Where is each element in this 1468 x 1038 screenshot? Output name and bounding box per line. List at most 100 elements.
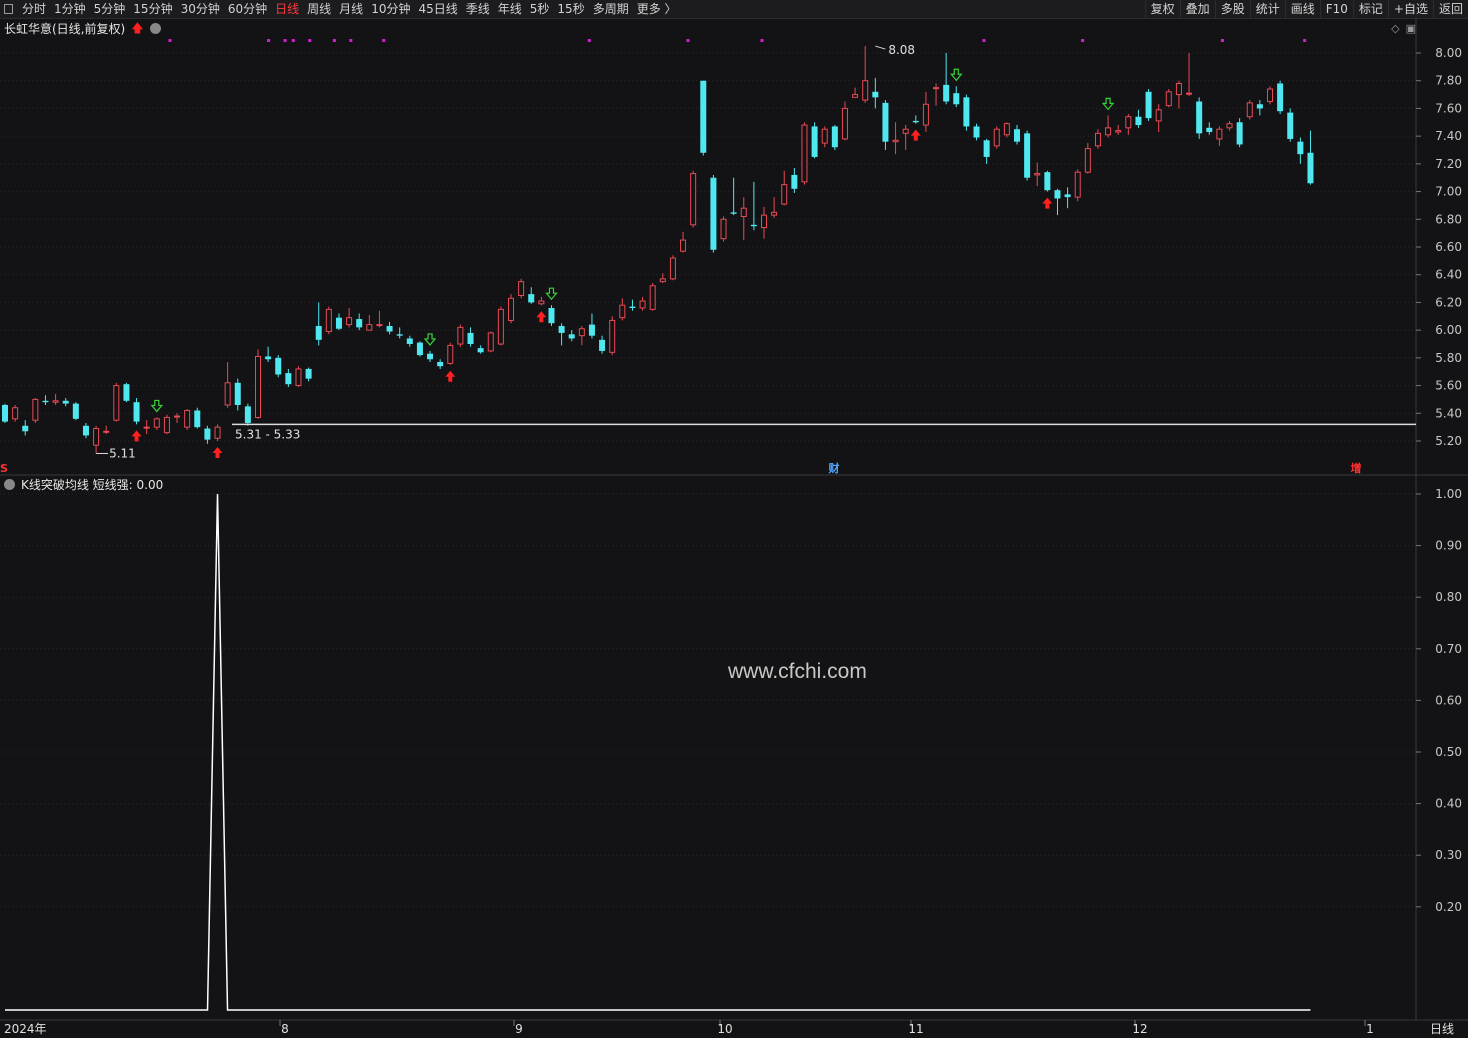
signal-dot: [291, 39, 295, 42]
candle-body: [1044, 172, 1051, 191]
candle-body: [457, 326, 464, 345]
candle-body: [1003, 123, 1010, 136]
candle-body: [204, 428, 211, 440]
price-tick-label: 6.00: [1435, 323, 1462, 337]
candle: [113, 382, 120, 422]
candle-body: [497, 308, 504, 345]
buy-arrow-icon: [131, 430, 142, 442]
diamond-icon[interactable]: ◇: [1391, 22, 1399, 35]
candle-body: [882, 102, 889, 142]
candle: [538, 296, 545, 306]
candle-body: [1014, 129, 1020, 142]
candle: [1206, 122, 1213, 135]
event-marker: 增: [1351, 461, 1362, 475]
panel-toggle-icon[interactable]: ▣: [1406, 22, 1416, 35]
candle-body: [72, 403, 79, 419]
candle-body: [1094, 132, 1101, 147]
candle-body: [366, 324, 373, 331]
candle: [831, 125, 838, 150]
sell-arrow-icon: [949, 68, 963, 82]
sell-arrow-icon: [150, 399, 164, 413]
candle-body: [1216, 128, 1223, 140]
candle-body: [922, 103, 929, 126]
candle-body: [174, 415, 181, 418]
candle-body: [376, 324, 383, 327]
candle-body: [437, 362, 444, 367]
chevron-down-icon[interactable]: [149, 22, 161, 34]
candle: [933, 83, 940, 106]
candle: [1277, 80, 1284, 114]
chart-canvas[interactable]: 8.00 7.80 7.60 7.40 7.20 7.00 6.80 6.60 6.40 6.20…: [0, 0, 1468, 1038]
candle-body: [872, 91, 879, 98]
price-tick-label: 8.00: [1435, 46, 1462, 60]
candle: [1186, 53, 1193, 96]
indicator-tick-label: 0.20: [1435, 900, 1462, 914]
candle: [811, 122, 818, 159]
price-tick-label: 6.20: [1435, 295, 1462, 309]
candle-body: [680, 239, 687, 252]
x-axis-label: 1: [1366, 1022, 1374, 1036]
candle: [720, 216, 727, 242]
candle-body: [943, 84, 950, 102]
candle-body: [852, 94, 859, 98]
candle: [1003, 122, 1010, 138]
candle: [376, 310, 383, 328]
candle-body: [2, 404, 8, 422]
candle-body: [659, 278, 666, 283]
candle-body: [720, 218, 727, 240]
price-tick-label: 5.40: [1435, 406, 1462, 420]
candle: [103, 425, 110, 435]
candle: [983, 138, 990, 164]
high-label: 8.08: [888, 43, 915, 57]
candle-body: [1246, 102, 1253, 118]
candle: [791, 168, 798, 193]
candle-body: [528, 294, 535, 303]
candle-body: [1226, 123, 1233, 129]
price-tick-label: 6.80: [1435, 212, 1462, 226]
candle: [781, 170, 788, 206]
candle: [730, 177, 737, 216]
candle-body: [1084, 148, 1091, 173]
candle: [518, 278, 525, 299]
candle-body: [194, 410, 201, 428]
candle-body: [346, 317, 353, 326]
candle: [82, 422, 89, 439]
indicator-tick-label: 0.70: [1435, 642, 1462, 656]
signal-dot: [587, 39, 591, 42]
candle-body: [538, 300, 545, 305]
candle: [224, 362, 231, 408]
candle-body: [740, 207, 747, 218]
candle: [973, 123, 980, 141]
price-tick-label: 6.40: [1435, 268, 1462, 282]
candle-body: [295, 368, 302, 387]
candle: [295, 366, 302, 387]
candle: [1216, 126, 1223, 146]
candle: [174, 413, 181, 423]
candle: [356, 313, 363, 331]
candle: [255, 349, 261, 419]
candle: [194, 407, 201, 429]
candle: [1307, 130, 1314, 185]
candle: [578, 325, 585, 346]
buy-arrow-icon: [910, 129, 921, 141]
sell-arrow-icon: [423, 333, 437, 346]
candle: [143, 420, 150, 435]
chevron-down-icon[interactable]: [4, 478, 15, 490]
candle-body: [1135, 116, 1142, 126]
buy-arrow-icon: [445, 370, 456, 382]
candle: [457, 324, 464, 347]
candle: [487, 331, 494, 353]
candle-body: [730, 212, 737, 214]
candle: [1165, 89, 1172, 108]
candle-body: [487, 332, 494, 352]
candle-body: [285, 373, 292, 385]
candle-body: [1206, 127, 1213, 132]
candle: [1064, 187, 1071, 209]
candle: [1125, 113, 1132, 135]
candle: [619, 298, 626, 321]
low-label: 5.11: [109, 446, 136, 460]
candle-body: [669, 257, 676, 280]
candle: [599, 335, 606, 354]
candle-body: [558, 325, 565, 333]
candle: [32, 398, 39, 423]
